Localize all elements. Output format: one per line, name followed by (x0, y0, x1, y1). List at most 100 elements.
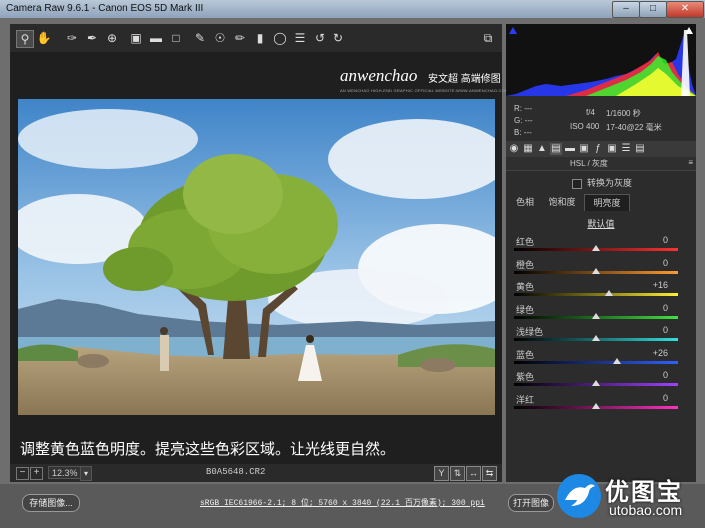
slider-label: 红色 (516, 237, 535, 247)
preferences-icon[interactable]: ☰ (292, 30, 308, 46)
graduated-filter-icon[interactable]: ▮ (252, 30, 268, 46)
slider-value[interactable]: 0 (663, 258, 668, 268)
checkbox-icon[interactable] (572, 178, 582, 189)
slider-value[interactable]: 0 (663, 393, 668, 403)
shutter: 1/1600 秒 (606, 109, 641, 118)
red-eye-icon[interactable]: ☉ (212, 30, 228, 46)
transform-icon[interactable]: □ (168, 30, 184, 46)
aperture: f/4 (586, 108, 595, 117)
slider-row[interactable]: 浅绿色 0 (506, 325, 696, 347)
slider-value[interactable]: +16 (653, 280, 668, 290)
workflow-options-link[interactable]: sRGB IEC61966-2.1; 8 位; 5760 x 3840 (22.… (200, 497, 485, 508)
rotate-ccw-icon[interactable]: ↺ (312, 30, 328, 46)
slider-value[interactable]: +26 (653, 348, 668, 358)
grayscale-checkbox[interactable]: 转换为灰度 (572, 176, 632, 189)
slider-row[interactable]: 洋红 0 (506, 393, 696, 415)
window-title: Camera Raw 9.6.1 - Canon EOS 5D Mark III (6, 3, 204, 14)
hsl-icon[interactable]: ▤ (550, 143, 562, 155)
panel-menu-icon[interactable]: ≡ (688, 158, 693, 167)
slider-thumb[interactable] (592, 380, 600, 386)
slider-thumb[interactable] (592, 267, 600, 274)
snapshots-icon[interactable]: ▤ (634, 143, 646, 155)
slider-label: 绿色 (516, 304, 535, 315)
readout-g: G: --- (514, 116, 533, 125)
zoom-out-button[interactable]: − (16, 467, 29, 480)
histogram-graph (506, 27, 696, 96)
adjustment-brush-icon[interactable]: ✏ (232, 30, 248, 46)
zoom-in-button[interactable]: + (30, 467, 43, 480)
slider-thumb[interactable] (592, 335, 600, 341)
slider-row[interactable]: 蓝色 +26 (506, 348, 696, 370)
minimize-button[interactable]: – (612, 1, 640, 18)
lens-icon[interactable]: ▣ (578, 143, 590, 155)
maximize-button[interactable]: □ (639, 1, 667, 18)
straighten-icon[interactable]: ▬ (148, 30, 164, 46)
slider-label: 洋红 (516, 394, 535, 405)
target-adjust-icon[interactable]: ⊕ (104, 30, 120, 46)
slider-value[interactable]: 0 (663, 235, 668, 245)
slider-row[interactable]: 橙色 0 (506, 258, 696, 280)
hsl-subtabs: 色相 饱和度 明亮度 (506, 194, 696, 211)
color-sampler-icon[interactable]: ✒ (84, 30, 100, 46)
open-image-button[interactable]: 打开图像 (508, 494, 554, 512)
hand-icon[interactable]: ✋ (36, 30, 52, 46)
rotate-cw-icon[interactable]: ↻ (330, 30, 346, 46)
brand-url: utobao.com (609, 502, 683, 518)
before-after-toggle-button[interactable]: ⇆ (482, 466, 497, 481)
before-after-copy-button[interactable]: ↔ (466, 466, 481, 481)
crop-icon[interactable]: ▣ (128, 30, 144, 46)
slider-row[interactable]: 黄色 +16 (506, 280, 696, 302)
tab-hue[interactable]: 色相 (510, 194, 540, 210)
tab-saturation[interactable]: 饱和度 (542, 194, 582, 210)
white-balance-icon[interactable]: ✑ (64, 30, 80, 46)
preview-image[interactable] (18, 99, 495, 415)
slider-thumb[interactable] (605, 290, 614, 296)
panel-title: HSL / 灰度 (570, 159, 608, 168)
save-image-button[interactable]: 存储图像... (22, 494, 80, 512)
slider-row[interactable]: 绿色 0 (506, 303, 696, 325)
slider-label: 紫色 (516, 372, 535, 382)
detail-icon[interactable]: ▲ (536, 143, 548, 155)
caption-text: 调整黄色蓝色明度。提亮这些色彩区域。让光线更自然。 (20, 441, 396, 458)
iso: ISO 400 (570, 122, 600, 131)
slider-value[interactable]: 0 (663, 303, 668, 313)
slider-track[interactable] (514, 360, 678, 364)
readout-r: R: --- (514, 104, 533, 113)
watermark-subtitle: AN WENCHAO HIGH-END GRAPHIC OFFICIAL WEB… (340, 88, 509, 93)
split-toning-icon[interactable]: ▬ (564, 143, 576, 155)
tab-luminance[interactable]: 明亮度 (584, 194, 630, 211)
slider-value[interactable]: 0 (663, 370, 668, 380)
before-after-y-button[interactable]: Y (434, 466, 449, 481)
effects-icon[interactable]: ƒ (592, 143, 604, 155)
slider-thumb[interactable] (592, 402, 600, 409)
presets-icon[interactable]: ☰ (620, 143, 632, 155)
landscape-photo (18, 99, 495, 415)
before-after-swap-button[interactable]: ⇅ (450, 466, 465, 481)
slider-row[interactable]: 紫色 0 (506, 370, 696, 392)
basic-icon[interactable]: ◉ (508, 143, 520, 155)
slider-thumb[interactable] (613, 357, 622, 364)
slider-track[interactable] (514, 293, 678, 296)
slider-value[interactable]: 0 (663, 325, 668, 335)
title-bar: Camera Raw 9.6.1 - Canon EOS 5D Mark III… (0, 0, 705, 18)
slider-label: 橙色 (516, 259, 535, 270)
brand-overlay: 优图宝 utobao.com (555, 466, 705, 528)
right-panel: R: --- G: --- B: --- f/4 1/1600 秒 ISO 40… (506, 24, 696, 482)
lens: 17-40@22 毫米 (606, 123, 662, 132)
slider-thumb[interactable] (592, 245, 600, 251)
defaults-link[interactable]: 默认值 (506, 217, 696, 230)
file-name: B0A5648.CR2 (206, 467, 266, 477)
spot-removal-icon[interactable]: ✎ (192, 30, 208, 46)
tone-curve-icon[interactable]: ▦ (522, 143, 534, 155)
watermark: anwenchao 安文超 高端修图 AN WENCHAO HIGH-END G… (340, 66, 508, 96)
zoom-dropdown-icon[interactable]: ▾ (80, 466, 92, 481)
zoom-icon[interactable]: ⚲ (16, 30, 34, 48)
close-button[interactable]: ✕ (666, 1, 704, 18)
panel-header: HSL / 灰度 ≡ (506, 157, 696, 171)
camera-calibration-icon[interactable]: ▣ (606, 143, 618, 155)
watermark-logo: anwenchao (340, 66, 418, 85)
radial-filter-icon[interactable]: ◯ (272, 30, 288, 46)
slider-row[interactable]: 红色 0 (506, 235, 696, 257)
fullscreen-icon[interactable]: ⧉ (480, 30, 496, 46)
slider-thumb[interactable] (592, 312, 600, 319)
